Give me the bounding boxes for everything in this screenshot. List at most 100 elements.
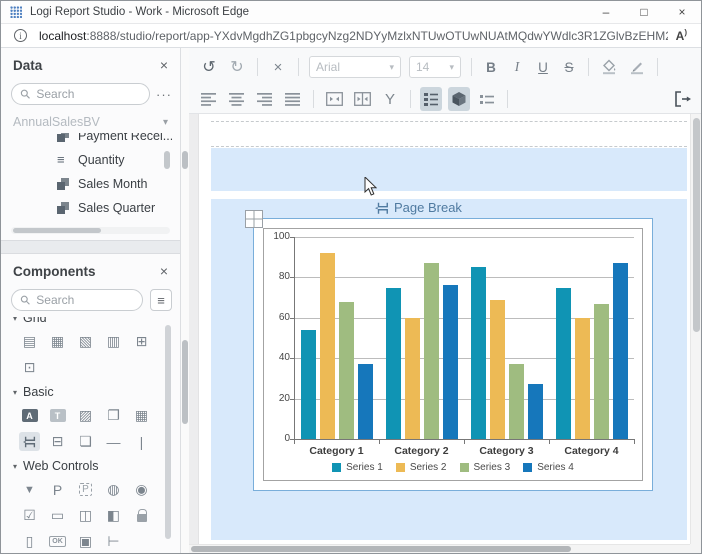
components-panel-close-icon[interactable]: × bbox=[160, 263, 168, 279]
field-item[interactable]: ≡ Quantity bbox=[9, 148, 172, 172]
url-host: localhost bbox=[39, 29, 86, 43]
filter-icon[interactable]: ▼ bbox=[19, 480, 40, 499]
page-break-icon[interactable] bbox=[19, 432, 40, 451]
scrollbar-thumb[interactable] bbox=[182, 340, 188, 424]
components-panel-header: Components × bbox=[1, 254, 180, 285]
form-icon[interactable]: ▥ bbox=[103, 332, 124, 351]
site-info-icon[interactable]: i bbox=[14, 29, 27, 42]
table-cell-icon[interactable]: ▦ bbox=[131, 406, 152, 425]
canvas-hscrollbar[interactable] bbox=[189, 544, 690, 553]
section-basic[interactable]: ▾ Basic bbox=[13, 385, 180, 399]
report-editor: ↺ ↻ × Arial ▾ 14 ▾ B I U S bbox=[189, 48, 701, 553]
chart-grid-icon[interactable]: ⊡ bbox=[19, 358, 40, 377]
section-grid[interactable]: ▾ Grid bbox=[13, 317, 180, 325]
chart-component[interactable]: Series 1 Series 2 Series 3 Series 4 0204… bbox=[253, 218, 653, 491]
measure-icon: ≡ bbox=[57, 155, 70, 165]
parameter-form-icon[interactable]: P bbox=[75, 480, 96, 499]
field-item[interactable]: Sales Quarter bbox=[9, 196, 172, 220]
table-icon[interactable]: ▦ bbox=[47, 332, 68, 351]
legend-item: Series 3 bbox=[460, 462, 511, 473]
media-icon[interactable]: ▣ bbox=[75, 532, 96, 551]
align-center-icon[interactable] bbox=[226, 87, 248, 111]
report-canvas[interactable]: Page Break Series 1 Series 2 Series 3 Se… bbox=[189, 114, 690, 544]
italic-button[interactable]: I bbox=[507, 59, 527, 75]
crosstab-icon[interactable]: ▧ bbox=[75, 332, 96, 351]
justify-icon[interactable] bbox=[282, 87, 304, 111]
tree-icon[interactable]: ⊢ bbox=[103, 532, 124, 551]
tabbed-panel-icon[interactable]: ⊞ bbox=[131, 332, 152, 351]
properties-toggle-button[interactable] bbox=[420, 87, 442, 111]
components-scrollbar[interactable] bbox=[165, 325, 171, 539]
data-search-input[interactable] bbox=[11, 83, 150, 105]
address-bar[interactable]: localhost:8888/studio/report/app-YXdvMgd… bbox=[39, 29, 668, 43]
field-list-hscrollbar[interactable] bbox=[11, 227, 170, 234]
parameter-icon[interactable]: P bbox=[47, 480, 68, 499]
split-cells-icon[interactable] bbox=[351, 87, 373, 111]
banded-object-icon[interactable]: ▤ bbox=[19, 332, 40, 351]
components-search-field[interactable] bbox=[36, 293, 134, 307]
business-view-select[interactable]: AnnualSalesBV ▾ bbox=[1, 109, 180, 133]
strikethrough-button[interactable]: S bbox=[559, 60, 579, 75]
font-size-select[interactable]: 14 ▾ bbox=[409, 56, 461, 78]
scrollbar-thumb[interactable] bbox=[191, 546, 571, 552]
maximize-button[interactable]: □ bbox=[625, 1, 663, 23]
font-family-select[interactable]: Arial ▾ bbox=[309, 56, 401, 78]
drag-handle[interactable] bbox=[245, 210, 263, 228]
horizontal-line-icon[interactable]: — bbox=[103, 432, 124, 451]
read-aloud-icon[interactable]: A) bbox=[676, 28, 687, 43]
data-more-icon[interactable]: ··· bbox=[156, 87, 172, 102]
data-panel-header: Data × bbox=[1, 48, 180, 79]
page-panel-icon[interactable]: ❐ bbox=[103, 406, 124, 425]
image-icon[interactable]: ▨ bbox=[75, 406, 96, 425]
report-band-1[interactable] bbox=[211, 148, 687, 191]
align-left-icon[interactable] bbox=[198, 87, 220, 111]
button-icon[interactable]: OK bbox=[47, 532, 68, 551]
components-search-input[interactable] bbox=[11, 289, 143, 311]
canvas-vscrollbar[interactable] bbox=[690, 114, 701, 544]
section-web-controls[interactable]: ▾ Web Controls bbox=[13, 459, 180, 473]
redo-button[interactable]: ↻ bbox=[226, 55, 248, 79]
radio-button-icon[interactable]: ◉ bbox=[131, 480, 152, 499]
panel-icon[interactable]: ▯ bbox=[19, 532, 40, 551]
underline-button[interactable]: U bbox=[533, 60, 553, 75]
scrollbar-thumb[interactable] bbox=[693, 118, 700, 332]
export-button[interactable] bbox=[672, 87, 694, 111]
fill-color-button[interactable] bbox=[598, 55, 620, 79]
page-break-element[interactable]: Page Break bbox=[375, 200, 462, 215]
combo-box-icon[interactable]: ◧ bbox=[103, 506, 124, 525]
field-item[interactable]: Sales Month bbox=[9, 172, 172, 196]
field-list-scrollbar[interactable] bbox=[164, 151, 170, 169]
field-item[interactable]: Payment Recei... bbox=[9, 133, 172, 148]
text-box-icon[interactable]: ▭ bbox=[47, 506, 68, 525]
list-view-button[interactable] bbox=[476, 87, 498, 111]
object-view-toggle-button[interactable] bbox=[448, 87, 470, 111]
bold-button[interactable]: B bbox=[481, 60, 501, 75]
close-window-button[interactable]: × bbox=[663, 1, 701, 23]
undo-button[interactable]: ↺ bbox=[198, 55, 220, 79]
components-menu-button[interactable]: ≡ bbox=[150, 289, 172, 311]
wizard-button[interactable]: Y bbox=[379, 87, 401, 111]
legend-item: Series 1 bbox=[332, 462, 383, 473]
data-panel-close-icon[interactable]: × bbox=[160, 57, 168, 73]
label-icon[interactable]: A bbox=[19, 406, 40, 425]
minimize-button[interactable]: – bbox=[587, 1, 625, 23]
align-right-icon[interactable] bbox=[254, 87, 276, 111]
highlight-pen-button[interactable] bbox=[626, 55, 648, 79]
sphere-icon[interactable]: ◍ bbox=[103, 480, 124, 499]
document-icon[interactable]: ❏ bbox=[75, 432, 96, 451]
page-header-band[interactable] bbox=[211, 121, 687, 147]
sidebar-scrollbar[interactable] bbox=[181, 48, 189, 553]
checkbox-icon[interactable]: ☑ bbox=[19, 506, 40, 525]
banner-icon[interactable]: ⊟ bbox=[47, 432, 68, 451]
vertical-line-icon[interactable]: | bbox=[131, 432, 152, 451]
list-box-icon[interactable]: ◫ bbox=[75, 506, 96, 525]
window-title: Logi Report Studio - Work - Microsoft Ed… bbox=[30, 6, 249, 18]
data-search-field[interactable] bbox=[36, 87, 141, 101]
bar-chart[interactable]: Series 1 Series 2 Series 3 Series 4 0204… bbox=[263, 228, 643, 481]
text-field-icon[interactable]: T bbox=[47, 406, 68, 425]
scrollbar-thumb[interactable] bbox=[182, 151, 188, 169]
merge-cells-icon[interactable] bbox=[323, 87, 345, 111]
legend-item: Series 2 bbox=[396, 462, 447, 473]
lock-icon[interactable] bbox=[131, 506, 152, 525]
delete-button[interactable]: × bbox=[267, 55, 289, 79]
